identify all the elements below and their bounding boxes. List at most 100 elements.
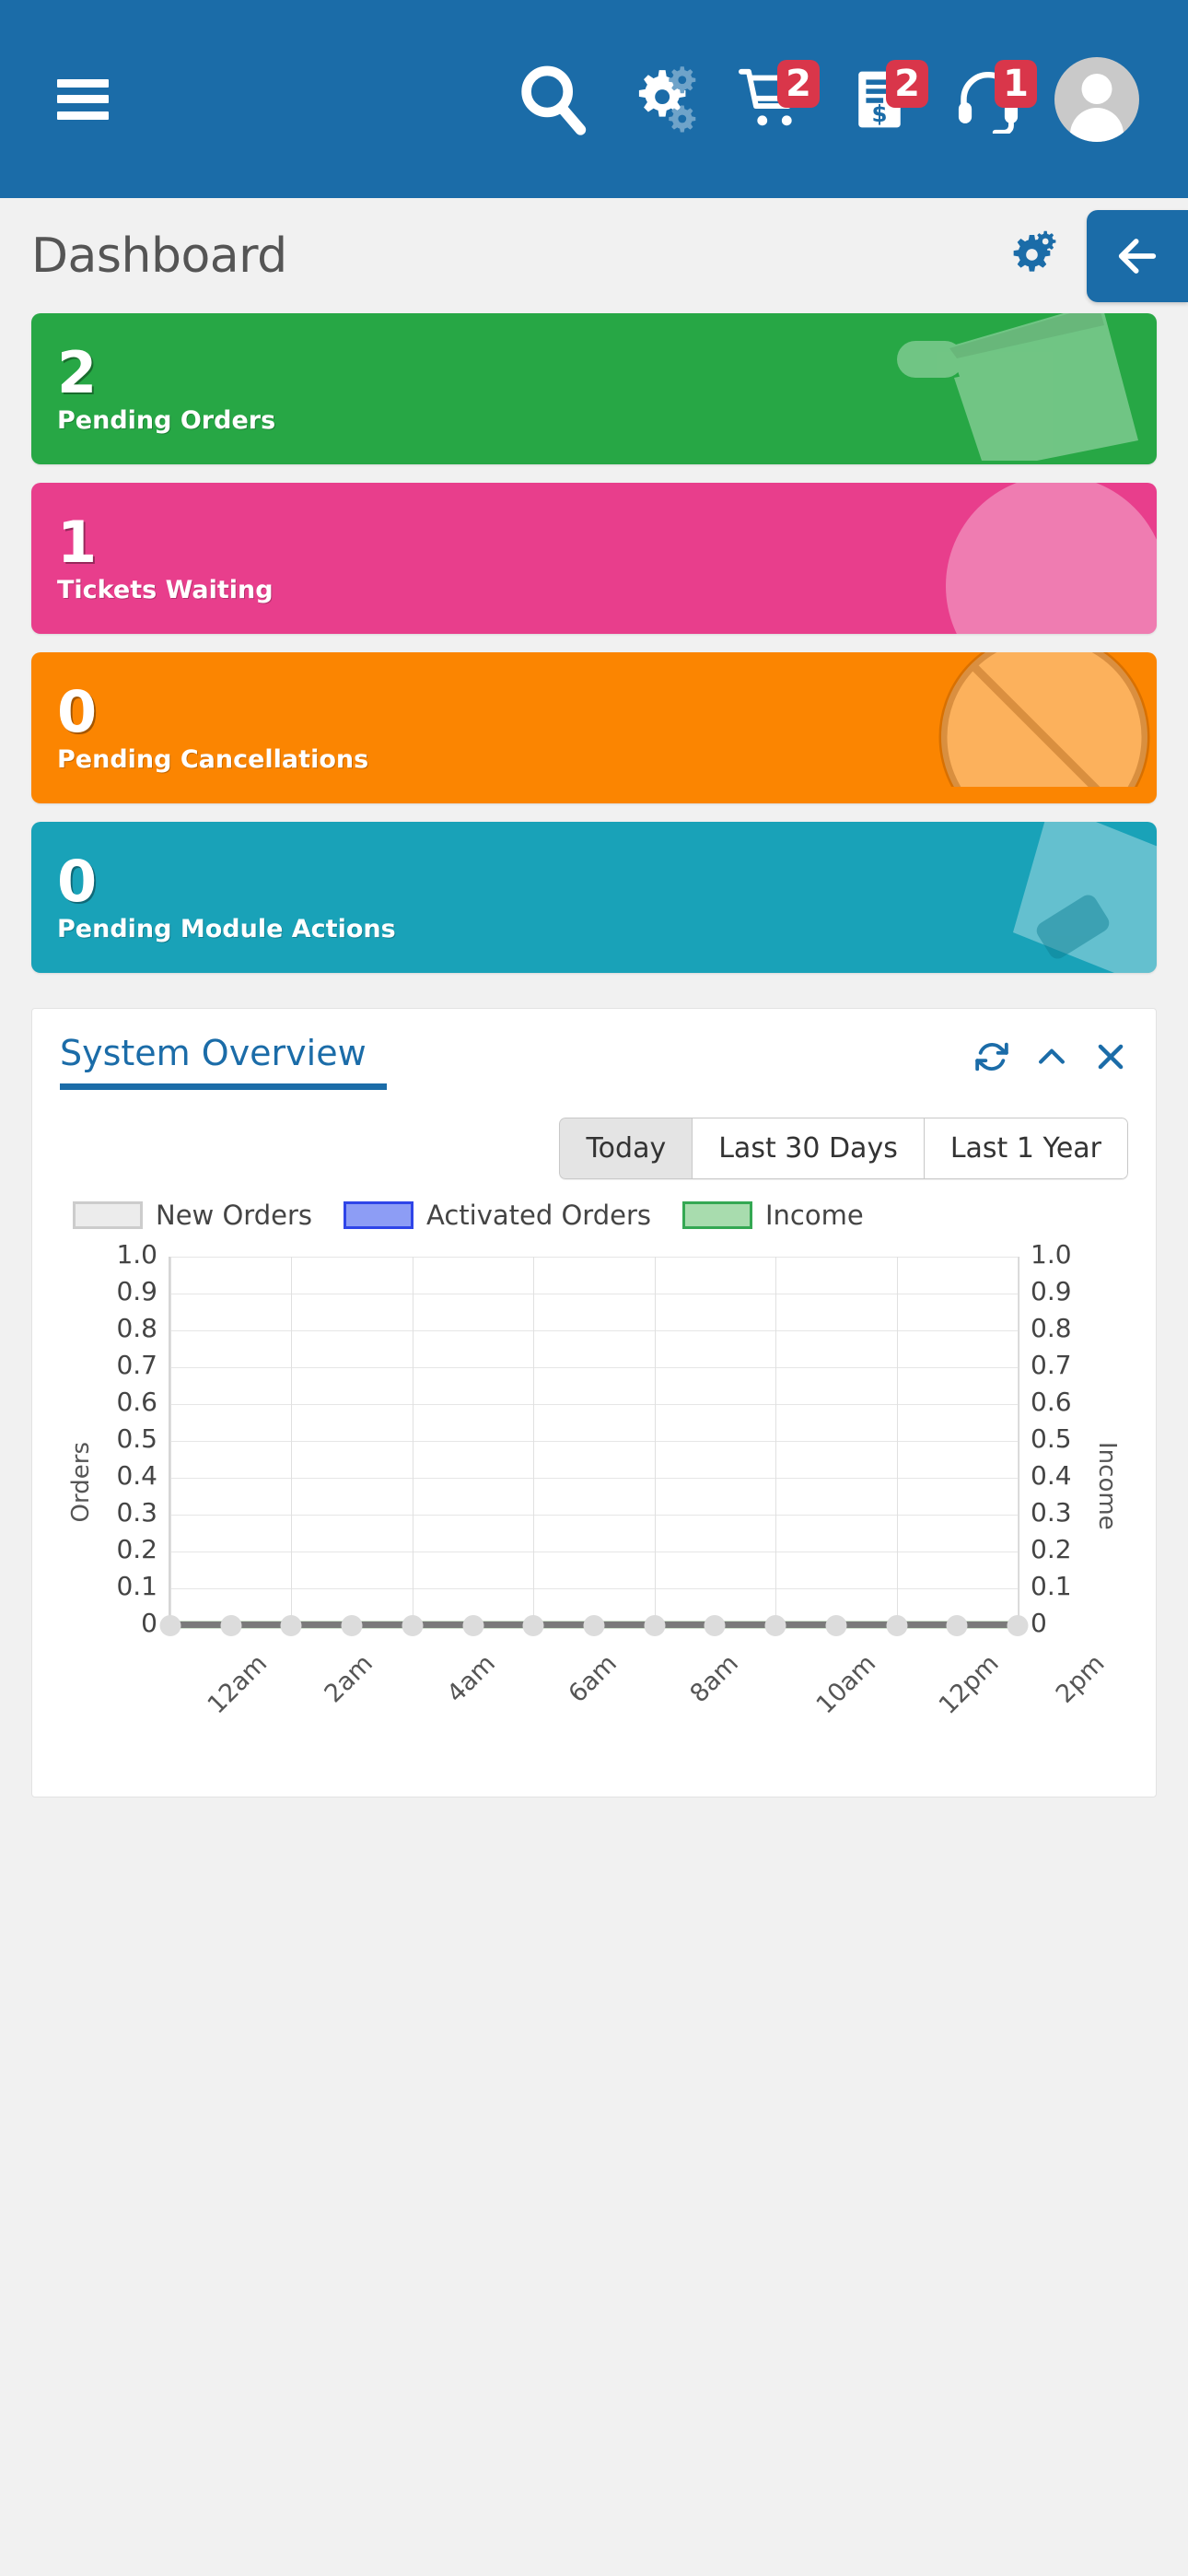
panel-title: System Overview bbox=[60, 1033, 367, 1073]
chart-gridline-vertical bbox=[775, 1257, 777, 1625]
chart-y2-tick: 0.3 bbox=[1031, 1497, 1072, 1528]
panel-title-underline bbox=[60, 1083, 387, 1090]
kpi-card-tickets-waiting[interactable]: 1 Tickets Waiting bbox=[31, 483, 1157, 634]
cart-badge: 2 bbox=[777, 59, 820, 108]
chart-data-point bbox=[583, 1615, 605, 1636]
chart-data-point bbox=[159, 1615, 181, 1636]
hamburger-line bbox=[57, 95, 109, 103]
page-header-actions bbox=[1007, 198, 1188, 313]
chart-gridline bbox=[170, 1588, 1018, 1589]
legend-swatch-new-orders bbox=[73, 1201, 143, 1229]
chart-legend: New Orders Activated Orders Income bbox=[60, 1200, 1128, 1231]
back-button[interactable] bbox=[1087, 209, 1188, 302]
chart-y-tick: 0.7 bbox=[116, 1350, 157, 1380]
chart-gridline bbox=[170, 1515, 1018, 1516]
chart-x-tick: 2am bbox=[319, 1649, 379, 1709]
chart-y-tick: 0.2 bbox=[116, 1534, 157, 1564]
range-last-30-days-button[interactable]: Last 30 Days bbox=[692, 1118, 924, 1179]
chart-data-point bbox=[825, 1615, 847, 1636]
chart-x-tick: 6am bbox=[563, 1649, 623, 1709]
refresh-icon[interactable] bbox=[973, 1038, 1010, 1079]
system-overview-chart: Orders Income 1.0 0.9 0.8 0.7 0.6 0.5 0.4 0.3 0.… bbox=[60, 1239, 1128, 1797]
page-title: Dashboard bbox=[31, 228, 287, 284]
chart-y2-tick: 0.7 bbox=[1031, 1350, 1072, 1380]
chart-gridline bbox=[170, 1441, 1018, 1442]
kpi-card-pending-cancellations[interactable]: 0 Pending Cancellations bbox=[31, 652, 1157, 803]
chart-y2-axis-label: Income bbox=[1093, 1442, 1121, 1530]
hamburger-line bbox=[57, 78, 109, 88]
chart-data-point bbox=[462, 1615, 484, 1636]
legend-label-income: Income bbox=[765, 1200, 864, 1231]
gear-icon[interactable] bbox=[1007, 228, 1059, 284]
legend-item-activated-orders[interactable]: Activated Orders bbox=[344, 1200, 651, 1231]
chart-y2-tick: 0.8 bbox=[1031, 1313, 1072, 1343]
chart-gridline bbox=[170, 1330, 1018, 1331]
chart-gridline-vertical bbox=[291, 1257, 293, 1625]
gears-icon[interactable] bbox=[608, 49, 716, 150]
chart-x-tick: 4am bbox=[441, 1649, 501, 1709]
chart-y-tick: 0.6 bbox=[116, 1387, 157, 1417]
hamburger-menu-icon[interactable] bbox=[57, 78, 109, 120]
panel-header: System Overview bbox=[60, 1033, 1128, 1090]
legend-label-activated-orders: Activated Orders bbox=[426, 1200, 651, 1231]
chart-y2-tick: 0.4 bbox=[1031, 1460, 1072, 1491]
chart-x-tick: 2pm bbox=[1050, 1649, 1111, 1709]
chart-gridline-vertical bbox=[533, 1257, 535, 1625]
chart-data-point bbox=[764, 1615, 786, 1636]
chevron-up-icon[interactable] bbox=[1034, 1039, 1069, 1078]
chart-gridline-vertical bbox=[896, 1257, 898, 1625]
chart-gridline bbox=[170, 1257, 1018, 1258]
page-header: Dashboard bbox=[0, 198, 1188, 313]
legend-item-new-orders[interactable]: New Orders bbox=[73, 1200, 312, 1231]
circle-icon bbox=[853, 483, 1157, 634]
chart-y-tick: 0.1 bbox=[116, 1571, 157, 1601]
chart-y-tick: 0 bbox=[141, 1608, 157, 1638]
chart-y-axis-label: Orders bbox=[67, 1442, 95, 1523]
avatar bbox=[1054, 56, 1139, 142]
chart-y-tick: 0.4 bbox=[116, 1460, 157, 1491]
range-last-1-year-button[interactable]: Last 1 Year bbox=[923, 1118, 1128, 1179]
chart-data-point bbox=[522, 1615, 544, 1636]
invoice-icon[interactable]: $ 2 bbox=[825, 49, 934, 150]
chart-y2-tick: 0.6 bbox=[1031, 1387, 1072, 1417]
headset-icon[interactable]: 1 bbox=[934, 49, 1042, 150]
chart-y-tick: 0.5 bbox=[116, 1423, 157, 1454]
top-navigation-bar: 2 $ 2 1 bbox=[0, 0, 1188, 198]
ban-icon bbox=[853, 652, 1157, 803]
headset-badge: 1 bbox=[995, 59, 1037, 108]
kpi-card-pending-module-actions[interactable]: 0 Pending Module Actions bbox=[31, 822, 1157, 973]
search-icon[interactable] bbox=[499, 49, 608, 150]
cart-icon[interactable]: 2 bbox=[716, 49, 825, 150]
header-icon-group: 2 $ 2 1 bbox=[499, 0, 1151, 198]
chart-x-tick: 12am bbox=[202, 1649, 274, 1720]
legend-label-new-orders: New Orders bbox=[156, 1200, 312, 1231]
kpi-label: Pending Cancellations bbox=[57, 745, 369, 774]
chart-y2-tick: 0 bbox=[1031, 1608, 1047, 1638]
panel-action-group bbox=[973, 1033, 1128, 1079]
chart-gridline-vertical bbox=[170, 1257, 171, 1625]
kpi-label: Pending Module Actions bbox=[57, 915, 396, 943]
chart-y-tick: 1.0 bbox=[116, 1239, 157, 1270]
legend-swatch-activated-orders bbox=[344, 1201, 413, 1229]
chart-data-point bbox=[946, 1615, 968, 1636]
range-today-button[interactable]: Today bbox=[559, 1118, 693, 1179]
chart-gridline bbox=[170, 1478, 1018, 1479]
close-icon[interactable] bbox=[1093, 1039, 1128, 1078]
hamburger-line bbox=[57, 111, 109, 120]
chart-x-tick: 10am bbox=[811, 1649, 882, 1720]
legend-item-income[interactable]: Income bbox=[682, 1200, 864, 1231]
chart-data-point bbox=[402, 1615, 424, 1636]
chart-y2-tick: 0.1 bbox=[1031, 1571, 1072, 1601]
chart-gridline bbox=[170, 1551, 1018, 1552]
kpi-label: Pending Orders bbox=[57, 406, 276, 435]
kpi-label: Tickets Waiting bbox=[57, 576, 274, 604]
account-menu[interactable] bbox=[1042, 49, 1151, 150]
plug-icon bbox=[853, 822, 1157, 973]
chart-gridline-vertical bbox=[1018, 1257, 1019, 1625]
chart-data-point bbox=[220, 1615, 242, 1636]
kpi-value: 1 bbox=[57, 509, 98, 576]
kpi-card-pending-orders[interactable]: 2 Pending Orders bbox=[31, 313, 1157, 464]
kpi-value: 2 bbox=[57, 339, 98, 406]
chart-data-point bbox=[704, 1615, 726, 1636]
chart-y-tick: 0.8 bbox=[116, 1313, 157, 1343]
